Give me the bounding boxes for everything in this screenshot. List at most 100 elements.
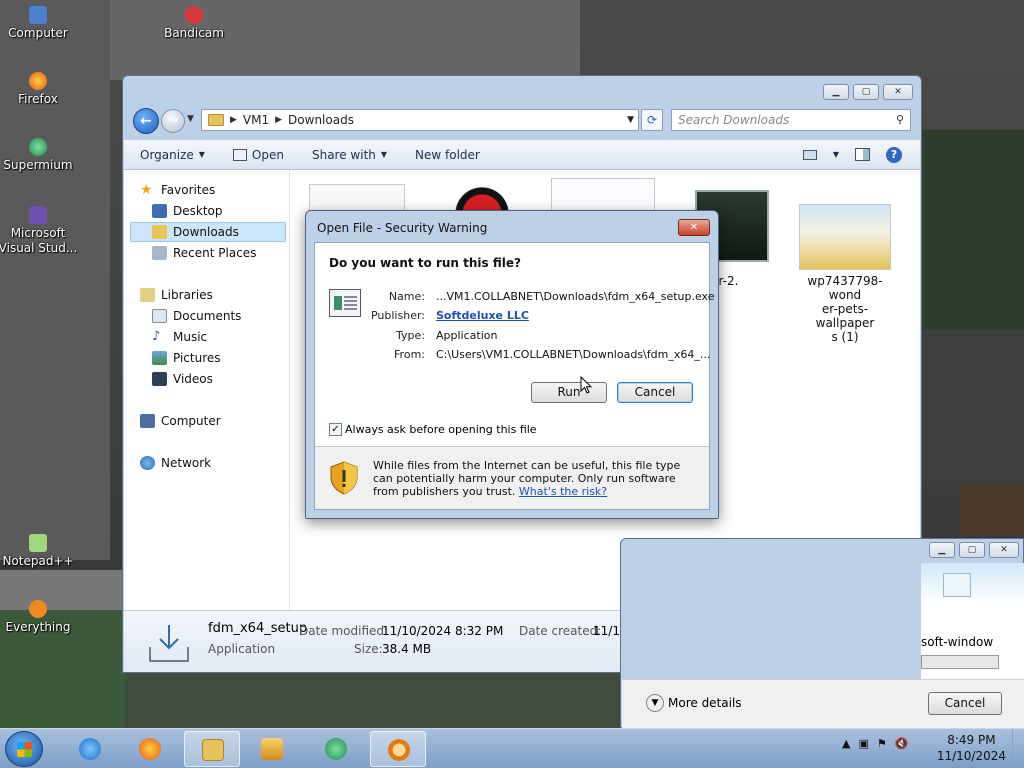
taskbar: ▲ ▣ ⚑ 🔇 8:49 PM 11/10/2024 <box>0 728 1024 768</box>
from-value: C:\Users\VM1.COLLABNET\Downloads\fdm_x64… <box>436 348 711 361</box>
close-button[interactable]: ✕ <box>883 84 913 100</box>
name-value: ...VM1.COLLABNET\Downloads\fdm_x64_setup… <box>436 290 715 303</box>
download-footer: ▼ More details Cancel <box>622 679 1024 729</box>
share-with-button[interactable]: Share with ▼ <box>312 148 387 162</box>
visual-studio-icon <box>29 206 47 224</box>
minimize-button[interactable]: ▁ <box>929 542 955 558</box>
nav-downloads[interactable]: Downloads <box>152 222 239 241</box>
pictures-icon <box>152 350 167 365</box>
file-thumbnail-wonder-pets[interactable] <box>799 204 891 270</box>
nav-network[interactable]: Network <box>140 453 211 472</box>
taskbar-firefox[interactable] <box>122 731 178 767</box>
dialog-question: Do you want to run this file? <box>329 256 521 270</box>
address-row: ← → ▼ ▶ VM1 ▶ Downloads ▼ ⟳ Search Downl… <box>131 108 915 134</box>
firefox-icon <box>29 72 47 90</box>
view-options-icon[interactable] <box>802 149 817 160</box>
desktop-icon-visual-studio[interactable]: Microsoft Visual Stud... <box>0 206 78 256</box>
file-label-wonder-pets[interactable]: wp7437798-wond er-pets-wallpaper s (1) <box>795 274 895 344</box>
chevron-down-icon[interactable]: ▼ <box>833 150 839 159</box>
warning-area: While files from the Internet can be use… <box>315 447 709 509</box>
address-bar[interactable]: ▶ VM1 ▶ Downloads ▼ <box>201 109 639 131</box>
open-button[interactable]: Open <box>232 148 284 162</box>
nav-libraries[interactable]: Libraries <box>140 285 213 304</box>
chevron-down-icon: ▼ <box>646 694 664 712</box>
supermium-icon <box>325 738 347 760</box>
file-thumbnail-media[interactable] <box>445 180 519 214</box>
whats-the-risk-link[interactable]: What's the risk? <box>519 485 607 498</box>
videos-icon <box>152 371 167 386</box>
date-modified-value: 11/10/2024 8:32 PM <box>382 624 504 638</box>
installer-icon <box>943 573 971 597</box>
name-label: Name: <box>388 290 425 303</box>
refresh-button[interactable]: ⟳ <box>641 109 663 131</box>
network-icon <box>140 455 155 470</box>
download-cancel-button[interactable]: Cancel <box>928 692 1002 715</box>
desktop-icon-supermium[interactable]: Supermium <box>0 138 78 172</box>
taskbar-search-app[interactable] <box>370 731 426 767</box>
dialog-body: Do you want to run this file? Name: ...V… <box>314 242 715 510</box>
action-center-flag-icon[interactable]: ⚑ <box>877 737 887 750</box>
taskbar-internet-explorer[interactable] <box>62 731 118 767</box>
taskbar-media-player[interactable] <box>244 731 300 767</box>
system-clock[interactable]: 8:49 PM 11/10/2024 <box>937 732 1006 764</box>
close-button[interactable]: ✕ <box>989 542 1019 558</box>
window-controls: ▁ ▢ ✕ <box>929 542 1019 558</box>
dialog-close-button[interactable]: ✕ <box>678 219 710 236</box>
run-button[interactable]: Run <box>531 382 607 403</box>
search-input[interactable]: Search Downloads ⚲ <box>671 109 911 131</box>
volume-muted-icon[interactable]: 🔇 <box>895 737 909 750</box>
desktop-icon-computer[interactable]: Computer <box>0 6 78 40</box>
taskbar-explorer[interactable] <box>184 731 240 767</box>
nav-recent-places[interactable]: Recent Places <box>152 243 256 262</box>
clock-date: 11/10/2024 <box>936 749 1006 763</box>
documents-icon <box>152 308 167 323</box>
music-icon: ♪ <box>152 328 161 344</box>
taskbar-supermium[interactable] <box>308 731 364 767</box>
recent-pages-dropdown[interactable]: ▼ <box>187 114 194 124</box>
show-desktop-button[interactable] <box>1012 729 1024 768</box>
breadcrumb-downloads[interactable]: Downloads <box>288 113 354 127</box>
preview-pane-icon[interactable] <box>855 148 870 161</box>
warning-text: While files from the Internet can be use… <box>373 459 681 498</box>
breadcrumb-vm1[interactable]: VM1 <box>243 113 269 127</box>
file-thumbnail-blank[interactable] <box>551 178 655 214</box>
new-folder-button[interactable]: New folder <box>415 148 480 162</box>
bandicam-icon <box>185 6 203 24</box>
organize-button[interactable]: Organize ▼ <box>140 148 205 162</box>
nav-videos[interactable]: Videos <box>152 369 213 388</box>
system-tray: ▲ ▣ ⚑ 🔇 <box>842 737 908 750</box>
help-icon[interactable]: ? <box>886 146 902 163</box>
downloads-folder-icon <box>152 224 167 239</box>
download-preview: soft-window <box>921 563 1024 679</box>
libraries-icon <box>140 287 155 302</box>
maximize-button[interactable]: ▢ <box>959 542 985 558</box>
type-label: Type: <box>396 329 425 342</box>
nav-favorites[interactable]: ★ Favorites <box>140 180 215 199</box>
nav-desktop[interactable]: Desktop <box>152 201 223 220</box>
forward-button[interactable]: → <box>161 109 185 133</box>
nav-computer[interactable]: Computer <box>140 411 221 430</box>
nav-documents[interactable]: Documents <box>152 306 241 325</box>
always-ask-checkbox[interactable]: ✓ Always ask before opening this file <box>329 423 537 436</box>
desktop-icon-firefox[interactable]: Firefox <box>0 72 78 106</box>
nav-pictures[interactable]: Pictures <box>152 348 221 367</box>
desktop-icon-notepadpp[interactable]: Notepad++ <box>0 534 78 568</box>
download-icon <box>149 625 189 662</box>
window-title-fragment: soft-window <box>921 635 994 649</box>
publisher-link[interactable]: Softdeluxe LLC <box>436 309 529 322</box>
chevron-down-icon[interactable]: ▼ <box>627 115 634 125</box>
maximize-button[interactable]: ▢ <box>853 84 879 100</box>
desktop-icon-everything[interactable]: Everything <box>0 600 78 634</box>
chevron-right-icon: ▶ <box>230 115 237 125</box>
nav-music[interactable]: ♪ Music <box>152 327 207 346</box>
checkmark-icon: ✓ <box>329 423 342 436</box>
desktop-icon-bandicam[interactable]: Bandicam <box>154 6 234 40</box>
start-button[interactable] <box>5 731 43 767</box>
network-status-icon[interactable]: ▣ <box>858 737 868 750</box>
size-value: 38.4 MB <box>382 642 432 656</box>
show-hidden-icons-icon[interactable]: ▲ <box>842 737 850 750</box>
minimize-button[interactable]: ▁ <box>823 84 849 100</box>
cancel-button[interactable]: Cancel <box>617 382 693 403</box>
more-details-toggle[interactable]: ▼ More details <box>646 694 742 712</box>
back-button[interactable]: ← <box>133 108 159 134</box>
